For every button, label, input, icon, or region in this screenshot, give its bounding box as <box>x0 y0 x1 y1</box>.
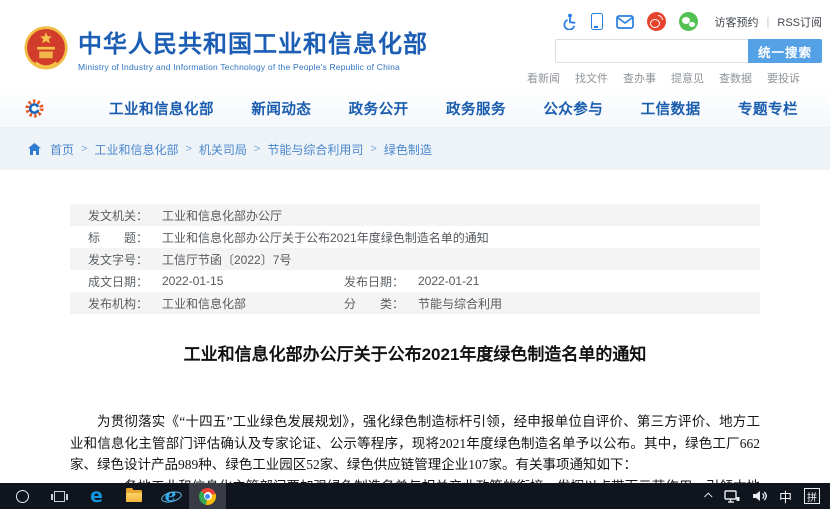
meta-label: 发文机关： <box>88 207 162 224</box>
breadcrumb-home[interactable]: 首页 <box>50 141 74 158</box>
ime-language-indicator[interactable]: 中 <box>779 487 792 506</box>
nav-item-miit-data[interactable]: 工信数据 <box>641 98 701 119</box>
edge-button[interactable]: e <box>78 483 115 509</box>
utility-row: 访客预约 | RSS订阅 <box>561 12 822 31</box>
site-header: 中华人民共和国工业和信息化部 Ministry of Industry and … <box>0 0 830 90</box>
task-view-icon <box>54 491 65 502</box>
breadcrumb-ministry[interactable]: 工业和信息化部 <box>94 141 178 158</box>
mail-icon[interactable] <box>616 15 634 29</box>
quick-links: 看新闻 找文件 查办事 提意见 查数据 要投诉 <box>527 70 800 86</box>
internet-explorer-button[interactable]: e <box>152 483 189 509</box>
home-icon[interactable] <box>28 143 41 155</box>
cortana-icon <box>16 490 29 503</box>
search-bar: 统一搜索 <box>555 39 822 63</box>
utility-links: 访客预约 | RSS订阅 <box>715 14 822 30</box>
body-paragraph-2: 一、各地工业和信息化主管部门要加强绿色制造名单与相关产业政策的衔接，发挥以点带面… <box>70 476 760 484</box>
network-icon[interactable] <box>724 490 740 503</box>
site-title: 中华人民共和国工业和信息化部 <box>78 31 428 59</box>
screen: 中华人民共和国工业和信息化部 Ministry of Industry and … <box>0 0 830 509</box>
nav-logo-icon <box>24 98 45 119</box>
meta-row-dates: 成文日期： 2022-01-15 发布日期： 2022-01-21 <box>70 270 760 292</box>
quick-link-files[interactable]: 找文件 <box>575 70 608 86</box>
quick-link-feedback[interactable]: 提意见 <box>671 70 704 86</box>
national-emblem-icon <box>24 24 68 78</box>
meta-value: 工业和信息化部办公厅 <box>162 207 282 224</box>
breadcrumb-green-manufacturing[interactable]: 绿色制造 <box>384 141 432 158</box>
nav-item-participation[interactable]: 公众参与 <box>543 98 603 119</box>
wechat-icon[interactable] <box>679 12 698 31</box>
mobile-icon[interactable] <box>591 13 603 30</box>
meta-row-publisher-category: 发布机构： 工业和信息化部 分 类： 节能与综合利用 <box>70 292 760 314</box>
show-hidden-icons-button[interactable] <box>706 493 712 499</box>
doc-meta-table: 发文机关： 工业和信息化部办公厅 标 题： 工业和信息化部办公厅关于公布2021… <box>70 204 760 314</box>
accessibility-icon[interactable] <box>561 13 578 30</box>
quick-link-news[interactable]: 看新闻 <box>527 70 560 86</box>
file-explorer-icon <box>126 490 142 502</box>
meta-label: 标 题： <box>88 229 162 246</box>
meta-row-title: 标 题： 工业和信息化部办公厅关于公布2021年度绿色制造名单的通知 <box>70 226 760 248</box>
quick-link-services[interactable]: 查办事 <box>623 70 656 86</box>
ime-pinyin-indicator[interactable]: 拼 <box>804 488 820 504</box>
document-content: 发文机关： 工业和信息化部办公厅 标 题： 工业和信息化部办公厅关于公布2021… <box>70 204 760 483</box>
meta-value: 节能与综合利用 <box>418 295 502 312</box>
meta-value: 2022-01-21 <box>418 274 479 288</box>
meta-row-doc-number: 发文字号： 工信厅节函〔2022〕7号 <box>70 248 760 270</box>
visitor-appointment-link[interactable]: 访客预约 <box>715 14 759 30</box>
meta-value: 工信厅节函〔2022〕7号 <box>162 251 291 268</box>
file-explorer-button[interactable] <box>115 483 152 509</box>
unified-search-button[interactable]: 统一搜索 <box>748 39 822 63</box>
document-title: 工业和信息化部办公厅关于公布2021年度绿色制造名单的通知 <box>70 340 760 365</box>
nav-item-ministry[interactable]: 工业和信息化部 <box>109 98 214 119</box>
search-input[interactable] <box>555 39 748 63</box>
nav-items: 工业和信息化部 新闻动态 政务公开 政务服务 公众参与 工信数据 专题专栏 <box>109 98 804 119</box>
breadcrumb-separator: > <box>81 143 87 155</box>
volume-icon[interactable] <box>752 490 767 502</box>
meta-value: 工业和信息化部 <box>162 295 344 312</box>
meta-value: 2022-01-15 <box>162 274 344 288</box>
chrome-icon <box>199 488 216 505</box>
browser-page: 中华人民共和国工业和信息化部 Ministry of Industry and … <box>0 0 830 483</box>
chrome-button[interactable] <box>189 483 226 509</box>
site-subtitle: Ministry of Industry and Information Tec… <box>78 62 428 72</box>
document-body: 为贯彻落实《“十四五”工业绿色发展规划》，强化绿色制造标杆引领，经申报单位自评价… <box>70 411 760 483</box>
nav-item-special-topics[interactable]: 专题专栏 <box>738 98 798 119</box>
breadcrumb-energy-dept[interactable]: 节能与综合利用司 <box>267 141 363 158</box>
cortana-button[interactable] <box>4 483 41 509</box>
main-nav: 工业和信息化部 新闻动态 政务公开 政务服务 公众参与 工信数据 专题专栏 <box>0 90 830 128</box>
system-tray: 中 拼 <box>706 487 830 506</box>
quick-link-complaint[interactable]: 要投诉 <box>767 70 800 86</box>
site-title-block: 中华人民共和国工业和信息化部 Ministry of Industry and … <box>78 31 428 72</box>
nav-item-news[interactable]: 新闻动态 <box>251 98 311 119</box>
internet-explorer-icon: e <box>161 487 181 505</box>
utility-divider: | <box>767 16 770 28</box>
meta-label: 分 类： <box>344 295 418 312</box>
breadcrumb-separator: > <box>370 143 376 155</box>
nav-item-gov-affairs[interactable]: 政务公开 <box>349 98 409 119</box>
chevron-up-icon <box>704 492 712 500</box>
quick-link-data[interactable]: 查数据 <box>719 70 752 86</box>
breadcrumb-departments[interactable]: 机关司局 <box>199 141 247 158</box>
weibo-icon[interactable] <box>647 12 666 31</box>
meta-label: 发布机构： <box>88 295 162 312</box>
breadcrumb-separator: > <box>254 143 260 155</box>
meta-label: 发布日期： <box>344 273 418 290</box>
taskbar-apps: e e <box>0 483 226 509</box>
meta-value: 工业和信息化部办公厅关于公布2021年度绿色制造名单的通知 <box>162 229 489 246</box>
meta-row-issuing-org: 发文机关： 工业和信息化部办公厅 <box>70 204 760 226</box>
nav-item-gov-services[interactable]: 政务服务 <box>446 98 506 119</box>
breadcrumb-band: 首页 > 工业和信息化部 > 机关司局 > 节能与综合利用司 > 绿色制造 <box>0 128 830 170</box>
edge-icon: e <box>90 487 103 506</box>
windows-taskbar: e e 中 拼 <box>0 483 830 509</box>
site-logo[interactable]: 中华人民共和国工业和信息化部 Ministry of Industry and … <box>24 24 428 78</box>
task-view-button[interactable] <box>41 483 78 509</box>
breadcrumb-separator: > <box>185 143 191 155</box>
meta-label: 发文字号： <box>88 251 162 268</box>
body-paragraph-1: 为贯彻落实《“十四五”工业绿色发展规划》，强化绿色制造标杆引领，经申报单位自评价… <box>70 411 760 476</box>
breadcrumb: 首页 > 工业和信息化部 > 机关司局 > 节能与综合利用司 > 绿色制造 <box>28 141 432 158</box>
meta-label: 成文日期： <box>88 273 162 290</box>
rss-subscribe-link[interactable]: RSS订阅 <box>777 14 822 30</box>
